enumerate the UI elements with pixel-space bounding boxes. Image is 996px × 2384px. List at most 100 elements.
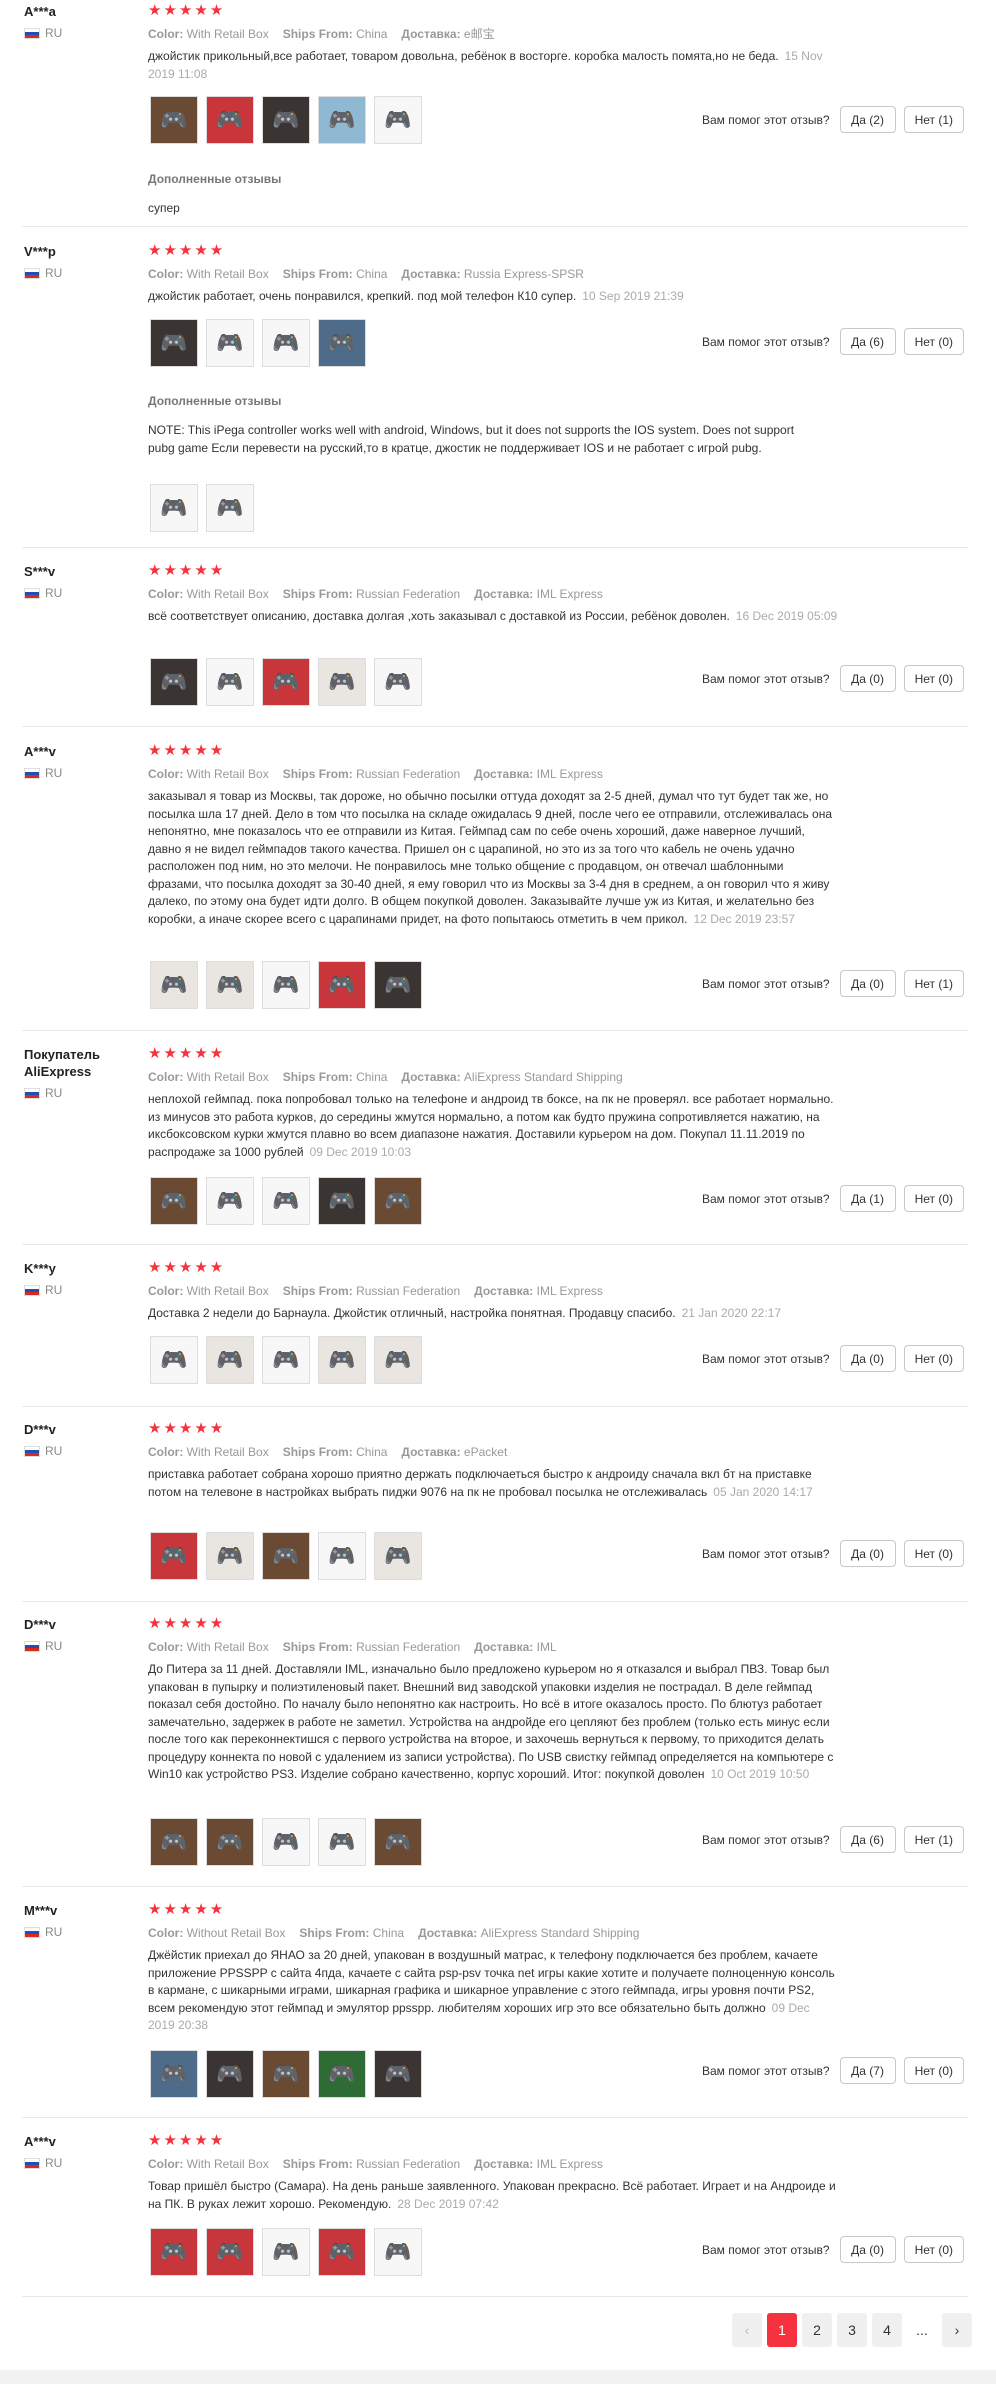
- review-photo-thumbnail[interactable]: 🎮: [374, 2050, 422, 2098]
- review-photo-thumbnail[interactable]: 🎮: [262, 2050, 310, 2098]
- review-photo-thumbnail[interactable]: 🎮: [150, 1532, 198, 1580]
- pagination-prev-button[interactable]: ‹: [732, 2313, 762, 2347]
- review-photo-thumbnail[interactable]: 🎮: [206, 484, 254, 532]
- helpful-yes-button[interactable]: Да (0): [839, 970, 896, 997]
- reviewer-info: A***a RU: [24, 3, 144, 40]
- review-photo-thumbnail[interactable]: 🎮: [150, 2228, 198, 2276]
- review-photo-thumbnail[interactable]: 🎮: [206, 961, 254, 1009]
- pagination-page-1[interactable]: 1: [767, 2313, 797, 2347]
- review-photo-thumbnail[interactable]: 🎮: [150, 1177, 198, 1225]
- review-photo-thumbnail[interactable]: 🎮: [206, 96, 254, 144]
- gamepad-icon: 🎮: [272, 1188, 300, 1213]
- review-photo-thumbnail[interactable]: 🎮: [262, 1336, 310, 1384]
- helpful-yes-button[interactable]: Да (1): [839, 1185, 896, 1212]
- ships-from-label: Ships From:: [282, 27, 353, 41]
- review-photo-thumbnail[interactable]: 🎮: [374, 658, 422, 706]
- review-photo-thumbnail[interactable]: 🎮: [374, 961, 422, 1009]
- helpful-question: Вам помог этот отзыв?: [701, 1351, 830, 1366]
- review-photo-thumbnail[interactable]: 🎮: [150, 484, 198, 532]
- color-label: Color:: [148, 1640, 184, 1654]
- review-date: 09 Dec 2019 10:03: [309, 1144, 411, 1159]
- helpful-no-button[interactable]: Нет (0): [903, 328, 964, 355]
- helpful-yes-button[interactable]: Да (2): [839, 106, 896, 133]
- helpful-yes-button[interactable]: Да (6): [839, 328, 896, 355]
- ships-from-value: China: [356, 27, 388, 41]
- pagination-page-3[interactable]: 3: [837, 2313, 867, 2347]
- review-photo-thumbnail[interactable]: 🎮: [150, 96, 198, 144]
- gamepad-icon: 🎮: [216, 495, 244, 520]
- review-photo-thumbnail[interactable]: 🎮: [374, 1818, 422, 1866]
- review-body: джойстик прикольный,все работает, товаро…: [148, 49, 779, 63]
- pagination-next-button[interactable]: ›: [942, 2313, 972, 2347]
- review-photo-thumbnail[interactable]: 🎮: [206, 1532, 254, 1580]
- helpful-no-button[interactable]: Нет (0): [903, 1345, 964, 1372]
- review-photo-thumbnail[interactable]: 🎮: [318, 961, 366, 1009]
- review-photo-thumbnail[interactable]: 🎮: [262, 2228, 310, 2276]
- review-photo-thumbnail[interactable]: 🎮: [374, 96, 422, 144]
- delivery-label: Доставка:: [474, 767, 534, 781]
- review-photo-thumbnail[interactable]: 🎮: [262, 96, 310, 144]
- review-photo-thumbnail[interactable]: 🎮: [262, 1177, 310, 1225]
- helpful-yes-button[interactable]: Да (0): [839, 665, 896, 692]
- review-photo-thumbnail[interactable]: 🎮: [318, 658, 366, 706]
- review-photo-thumbnail[interactable]: 🎮: [150, 658, 198, 706]
- review-photo-thumbnail[interactable]: 🎮: [374, 2228, 422, 2276]
- review-photo-thumbnail[interactable]: 🎮: [262, 961, 310, 1009]
- review-photo-thumbnail[interactable]: 🎮: [374, 1177, 422, 1225]
- helpful-yes-button[interactable]: Да (6): [839, 1826, 896, 1853]
- rating-stars: ★★★★★: [148, 562, 226, 579]
- review-photo-thumbnail[interactable]: 🎮: [262, 1532, 310, 1580]
- review-photo-thumbnail[interactable]: 🎮: [318, 2228, 366, 2276]
- helpful-no-button[interactable]: Нет (0): [903, 1185, 964, 1212]
- helpful-no-button[interactable]: Нет (1): [903, 1826, 964, 1853]
- review-text: Джёйстик приехал до ЯНАО за 20 дней, упа…: [148, 1947, 838, 2035]
- review-photo-thumbnail[interactable]: 🎮: [206, 658, 254, 706]
- review-photo-thumbnail[interactable]: 🎮: [206, 2228, 254, 2276]
- review-photo-thumbnail[interactable]: 🎮: [206, 1336, 254, 1384]
- gamepad-icon: 🎮: [160, 1543, 188, 1568]
- review-content: ★★★★★ Color: With Retail Box Ships From: C…: [148, 242, 968, 306]
- helpful-yes-button[interactable]: Да (0): [839, 2236, 896, 2263]
- helpful-yes-button[interactable]: Да (0): [839, 1540, 896, 1567]
- review-meta: Color: With Retail Box Ships From: Russia…: [148, 1283, 968, 1299]
- review-photo-thumbnail[interactable]: 🎮: [374, 1336, 422, 1384]
- russia-flag-icon: [24, 1640, 40, 1652]
- review-photo-thumbnail[interactable]: 🎮: [318, 1818, 366, 1866]
- delivery-label: Доставка:: [474, 1640, 534, 1654]
- review-photo-thumbnail[interactable]: 🎮: [150, 961, 198, 1009]
- review-photo-thumbnail[interactable]: 🎮: [318, 319, 366, 367]
- review-photo-thumbnail[interactable]: 🎮: [318, 1532, 366, 1580]
- review-photo-thumbnail[interactable]: 🎮: [318, 1177, 366, 1225]
- helpful-yes-button[interactable]: Да (0): [839, 1345, 896, 1372]
- pagination-page-4[interactable]: 4: [872, 2313, 902, 2347]
- gamepad-icon: 🎮: [384, 2061, 412, 2086]
- review-photo-thumbnail[interactable]: 🎮: [206, 1177, 254, 1225]
- review-date: 28 Dec 2019 07:42: [397, 2196, 499, 2211]
- review-photo-thumbnail[interactable]: 🎮: [318, 1336, 366, 1384]
- review-photo-thumbnail[interactable]: 🎮: [318, 2050, 366, 2098]
- review-photo-thumbnail[interactable]: 🎮: [318, 96, 366, 144]
- review-photo-thumbnail[interactable]: 🎮: [150, 1336, 198, 1384]
- review-photo-thumbnail[interactable]: 🎮: [262, 658, 310, 706]
- pagination-page-2[interactable]: 2: [802, 2313, 832, 2347]
- helpful-no-button[interactable]: Нет (0): [903, 2236, 964, 2263]
- color-value: With Retail Box: [186, 2157, 269, 2171]
- helpful-no-button[interactable]: Нет (0): [903, 2057, 964, 2084]
- review-photo-thumbnail[interactable]: 🎮: [150, 2050, 198, 2098]
- helpful-no-button[interactable]: Нет (1): [903, 970, 964, 997]
- color-label: Color:: [148, 587, 184, 601]
- review-photo-thumbnail[interactable]: 🎮: [374, 1532, 422, 1580]
- review-photo-thumbnail[interactable]: 🎮: [262, 319, 310, 367]
- helpful-no-button[interactable]: Нет (0): [903, 1540, 964, 1567]
- review-photo-thumbnail[interactable]: 🎮: [206, 319, 254, 367]
- review-photo-thumbnail[interactable]: 🎮: [150, 1818, 198, 1866]
- helpful-no-button[interactable]: Нет (0): [903, 665, 964, 692]
- review-photo-thumbnail[interactable]: 🎮: [262, 1818, 310, 1866]
- helpful-no-button[interactable]: Нет (1): [903, 106, 964, 133]
- helpful-yes-button[interactable]: Да (7): [839, 2057, 896, 2084]
- review-photo-thumbnail[interactable]: 🎮: [206, 2050, 254, 2098]
- review-photo-thumbnail[interactable]: 🎮: [206, 1818, 254, 1866]
- pagination-ellipsis: ...: [916, 2322, 928, 2338]
- review-photo-thumbnail[interactable]: 🎮: [150, 319, 198, 367]
- reviewer-country: RU: [24, 2156, 144, 2170]
